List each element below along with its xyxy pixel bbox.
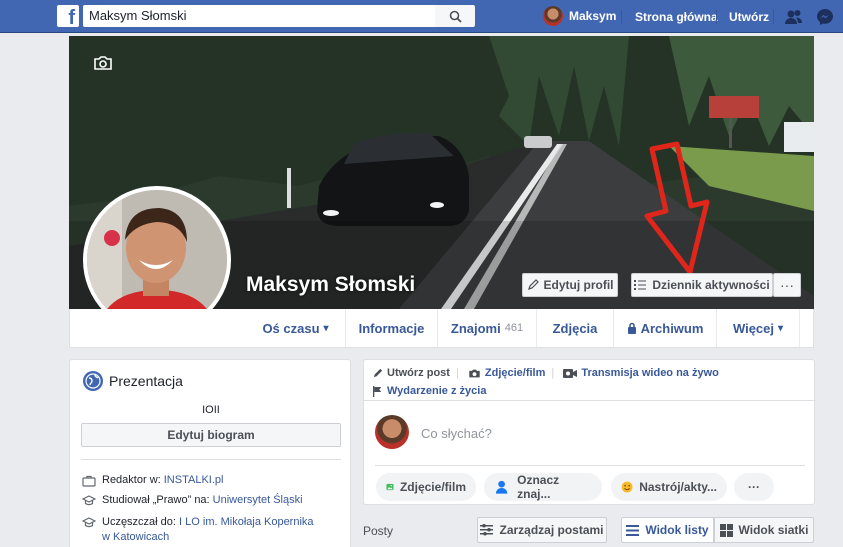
composer-more-button[interactable]: ···	[734, 473, 774, 501]
more-options-button[interactable]: ···	[773, 273, 801, 297]
composer-tab-label: Wydarzenie z życia	[387, 385, 487, 397]
video-icon	[563, 369, 578, 378]
settings-list-icon	[480, 524, 494, 536]
composer-tab-life-event[interactable]: Wydarzenie z życia	[372, 384, 486, 399]
photo-icon	[386, 483, 394, 491]
chevron-down-icon: ▾	[778, 322, 784, 334]
list-view-button[interactable]: Widok listy	[621, 517, 714, 543]
tab-about[interactable]: Informacje	[345, 309, 437, 347]
grid-view-icon	[719, 523, 733, 537]
composer-tabs: Utwórz post | Zdjęcie/film | Transmisja wi…	[372, 366, 808, 402]
composer-tab-create-post[interactable]: Utwórz post |	[372, 366, 459, 381]
search-input[interactable]: Maksym Słomski	[83, 5, 435, 27]
list-view-icon	[626, 524, 640, 536]
pill-label: Oznacz znaj...	[517, 473, 560, 501]
activity-log-label: Dziennik aktywności	[652, 278, 770, 292]
tab-label: Oś czasu	[262, 320, 320, 336]
edit-bio-button[interactable]: Edytuj biogram	[81, 423, 341, 447]
workplace-link[interactable]: INSTALKI.pl	[164, 474, 224, 486]
graduation-cap-icon	[82, 517, 96, 528]
tab-timeline[interactable]: Oś czasu ▾	[246, 309, 345, 347]
post-composer: Utwórz post | Zdjęcie/film | Transmisja wi…	[363, 359, 816, 505]
tab-label: Zdjęcia	[552, 320, 598, 336]
friends-count: 461	[504, 322, 524, 334]
pill-label: Nastrój/akty...	[639, 480, 717, 494]
grid-view-button[interactable]: Widok siatki	[714, 517, 814, 543]
profile-name[interactable]: Maksym Słomski	[246, 273, 415, 297]
lock-icon	[627, 322, 636, 334]
manage-posts-button[interactable]: Zarządzaj postami	[477, 517, 607, 543]
home-link[interactable]: Strona główna	[635, 10, 718, 24]
avatar	[543, 6, 563, 26]
search-icon	[449, 10, 462, 23]
manage-posts-label: Zarządzaj postami	[499, 523, 604, 537]
nav-divider	[621, 10, 622, 24]
create-link[interactable]: Utwórz	[729, 10, 769, 24]
nav-divider	[716, 10, 717, 24]
intro-card: Prezentacja IOII Edytuj biogram Redaktor…	[69, 359, 351, 547]
composer-tab-label: Transmisja wideo na żywo	[581, 367, 719, 379]
pencil-icon	[527, 279, 539, 290]
info-prefix: Studiował „Prawo” na:	[102, 494, 213, 506]
pencil-icon	[373, 368, 383, 378]
activity-log-button[interactable]: Dziennik aktywności	[631, 273, 773, 297]
edit-profile-button[interactable]: Edytuj profil	[522, 273, 618, 297]
chevron-down-icon: ▾	[323, 322, 329, 334]
intro-title: Prezentacja	[109, 373, 183, 389]
tag-friends-button[interactable]: Oznacz znaj...	[484, 473, 602, 501]
tab-label: Archiwum	[640, 320, 704, 336]
graduation-cap-icon	[82, 495, 96, 506]
search-button[interactable]	[435, 5, 475, 27]
list-view-label: Widok listy	[645, 523, 709, 537]
composer-tab-label: Zdjęcie/film	[484, 367, 546, 379]
list-icon	[634, 280, 647, 290]
divider	[81, 459, 341, 460]
messenger-icon[interactable]	[815, 7, 835, 27]
tab-label: Informacje	[358, 320, 425, 336]
composer-tab-label: Utwórz post	[387, 367, 450, 379]
camera-icon	[469, 369, 480, 378]
avatar	[375, 415, 409, 449]
photo-video-button[interactable]: Zdjęcie/film	[376, 473, 476, 501]
composer-tab-live-video[interactable]: Transmisja wideo na żywo	[563, 366, 719, 381]
info-row-university: Studiował „Prawo” na: Uniwersytet Śląski	[82, 493, 303, 508]
info-prefix: Redaktor w:	[102, 474, 164, 486]
nav-divider	[773, 10, 774, 24]
bio-text: IOII	[202, 404, 220, 416]
composer-placeholder[interactable]: Co słychać?	[421, 426, 492, 441]
tab-friends[interactable]: Znajomi 461	[437, 309, 536, 347]
tab-archive[interactable]: Archiwum	[613, 309, 716, 347]
tab-more[interactable]: Więcej ▾	[716, 309, 800, 347]
facebook-logo[interactable]: f	[57, 5, 79, 27]
university-link[interactable]: Uniwersytet Śląski	[213, 494, 303, 506]
globe-icon	[83, 371, 103, 391]
profile-tabs: Oś czasu ▾ Informacje Znajomi 461 Zdjęci…	[69, 309, 814, 348]
nav-profile-link[interactable]: Maksym	[543, 6, 616, 26]
divider	[375, 465, 805, 466]
tag-friends-icon	[495, 480, 508, 494]
tab-photos[interactable]: Zdjęcia	[536, 309, 613, 347]
info-row-work: Redaktor w: INSTALKI.pl	[82, 473, 223, 488]
info-row-school: Uczęszczał do: I LO im. Mikołaja Koperni…	[82, 515, 322, 545]
feeling-activity-button[interactable]: Nastrój/akty...	[611, 473, 727, 501]
pill-label: Zdjęcie/film	[399, 480, 466, 494]
grid-view-label: Widok siatki	[738, 523, 809, 537]
tab-label: Więcej	[732, 320, 775, 336]
edit-profile-label: Edytuj profil	[543, 278, 614, 292]
camera-icon[interactable]	[93, 55, 113, 71]
info-prefix: Uczęszczał do:	[102, 516, 180, 528]
composer-tab-photo[interactable]: Zdjęcie/film |	[468, 366, 554, 381]
briefcase-icon	[82, 475, 96, 487]
friend-requests-icon[interactable]	[784, 7, 804, 27]
top-navigation-bar: f Maksym Słomski Maksym Strona główna Ut…	[0, 0, 843, 33]
nav-user-name: Maksym	[569, 9, 617, 23]
tab-label: Znajomi	[450, 320, 501, 336]
posts-heading: Posty	[363, 524, 394, 538]
composer-input-area[interactable]: Co słychać?	[364, 400, 816, 466]
smiley-icon	[621, 481, 633, 493]
flag-icon	[373, 386, 382, 397]
